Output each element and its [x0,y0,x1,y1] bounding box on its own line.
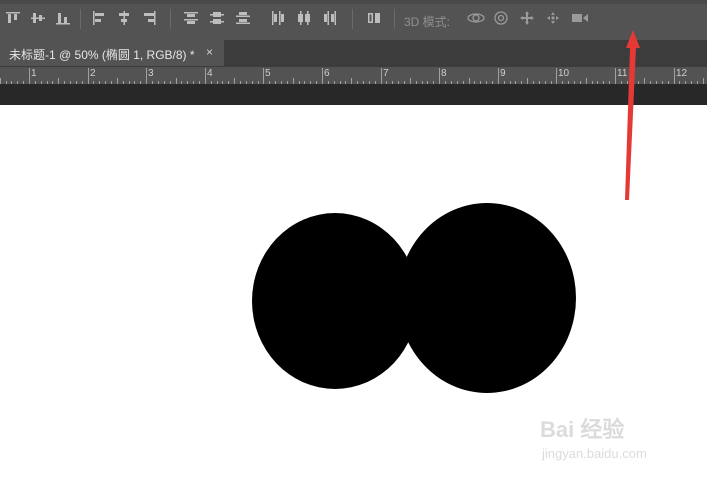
annotation-arrow [625,30,640,200]
